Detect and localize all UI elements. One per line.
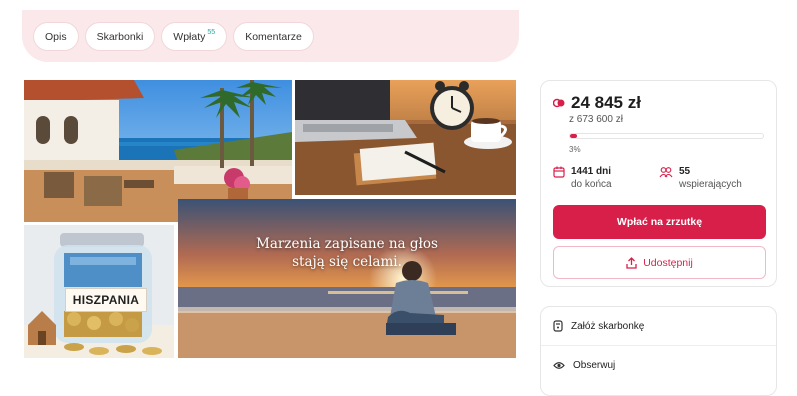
inspirational-quote: Marzenia zapisane na głos stają się cela… [178,235,516,271]
quote-line-1: Marzenia zapisane na głos [256,236,438,252]
create-piggybank-link[interactable]: Załóż skarbonkę [553,320,644,332]
piggybank-icon [553,320,563,332]
days-remaining: 1441 dni do końca [553,166,612,191]
sunset-beach-photo: Marzenia zapisane na głos stają się cela… [178,199,516,358]
donate-button[interactable]: Wpłać na zrzutkę [553,205,766,239]
collected-amount: 24 845 zł [553,93,641,113]
eye-icon [553,362,565,369]
days-label: do końca [571,179,612,190]
tab-label: Opis [45,30,67,43]
supporters-count: 55 wspierających [659,166,742,191]
amount-value: 24 845 zł [571,93,641,112]
follow-label: Obserwuj [573,360,616,371]
tab-skarbonki[interactable]: Skarbonki [85,23,155,50]
tab-wplaty[interactable]: Wpłaty 55 [162,23,227,50]
supporters-icon [659,167,673,178]
tab-label: Komentarze [245,30,302,43]
share-icon [626,256,637,269]
fundraiser-summary-card: 24 845 zł z 673 600 zł 3% 1441 dni do ko… [540,80,777,287]
jar-label: HISZPANIA [65,288,147,312]
tab-komentarze[interactable]: Komentarze [234,23,313,50]
progress-bar [569,133,764,139]
share-label: Udostępnij [643,256,693,269]
desk-laptop-photo [295,80,516,195]
goal-amount: z 673 600 zł [569,114,623,125]
create-piggybank-label: Załóż skarbonkę [571,320,645,332]
fundraiser-image-collage[interactable]: Marzenia zapisane na głos stają się cela… [24,80,516,358]
progress-percent: 3% [569,145,581,154]
divider [541,345,776,346]
share-button[interactable]: Udostępnij [553,246,766,279]
tabs: Opis Skarbonki Wpłaty 55 Komentarze [34,23,313,50]
follow-link[interactable]: Obserwuj [553,360,615,371]
tab-label: Wpłaty [173,30,206,43]
supporters-label: wspierających [679,179,742,190]
tab-opis[interactable]: Opis [34,23,78,50]
calendar-icon [553,166,565,178]
quote-line-2: stają się celami. [292,254,402,270]
progress-fill [570,134,578,138]
fundraiser-actions-card: Załóż skarbonkę Obserwuj [540,306,777,396]
days-value: 1441 dni [571,166,612,177]
tab-count-badge: 55 [207,29,216,36]
tab-bar: Opis Skarbonki Wpłaty 55 Komentarze [22,10,519,62]
tab-label: Skarbonki [96,30,144,43]
supporters-value: 55 [679,166,691,177]
coins-icon [553,98,565,108]
